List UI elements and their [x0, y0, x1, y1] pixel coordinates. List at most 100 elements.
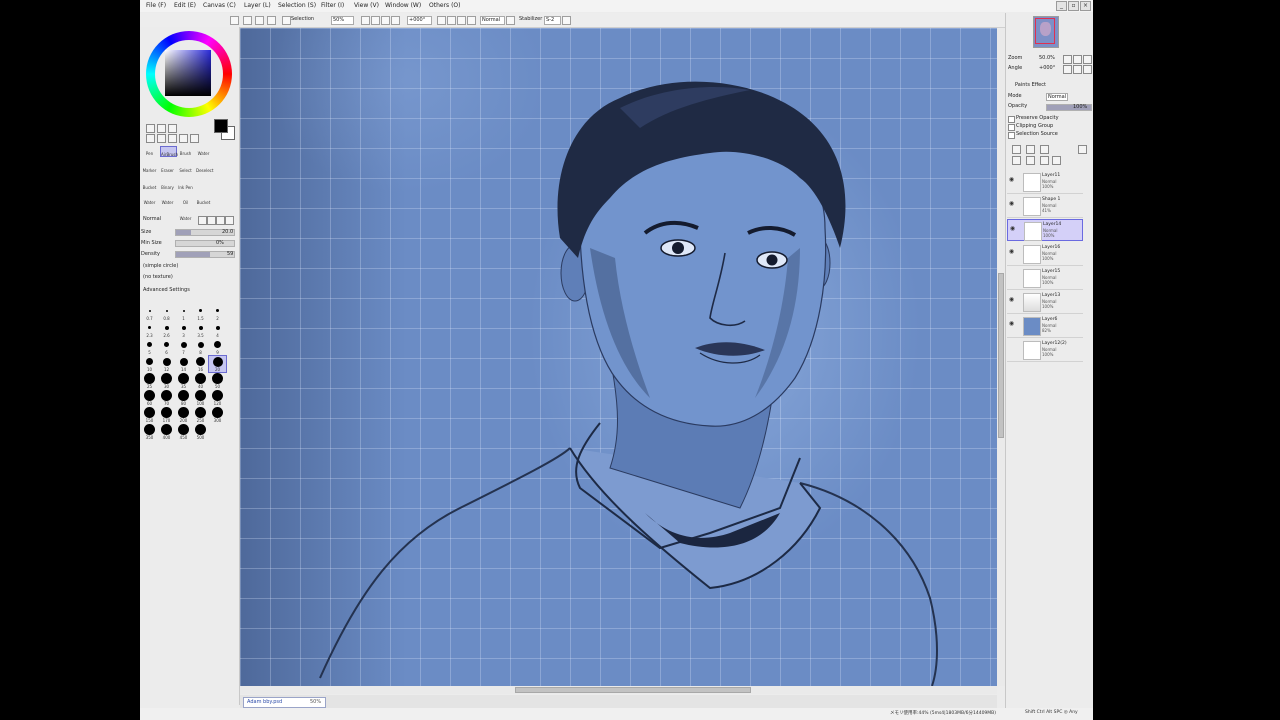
brush-tool-deselect[interactable]: Deselect	[196, 163, 213, 173]
visibility-eye-icon[interactable]: ◉	[1008, 201, 1015, 207]
stabilizer-dropdown-icon[interactable]	[562, 16, 571, 25]
size-preset-300[interactable]: 300	[209, 407, 226, 423]
zoom-tool-icon[interactable]	[157, 134, 166, 143]
layer-row[interactable]: ◉ Layer13 Normal 100%	[1007, 291, 1083, 314]
rotate-tool-icon[interactable]	[168, 134, 177, 143]
size-preset-9[interactable]: 9	[209, 339, 226, 355]
minimize-icon[interactable]: _	[1056, 1, 1067, 11]
brush-tool-eraser[interactable]: Eraser	[160, 163, 175, 173]
size-preset-80[interactable]: 80	[175, 390, 192, 406]
navigator-preview[interactable]	[1033, 16, 1059, 48]
menu-selection[interactable]: Selection (S)	[278, 2, 316, 9]
visibility-eye-icon[interactable]	[1008, 345, 1015, 351]
nav-rotate-left-icon[interactable]	[1063, 65, 1072, 74]
lasso-icon[interactable]	[157, 124, 166, 133]
brush-shape-flat-icon[interactable]	[216, 216, 225, 225]
selection-source-checkbox[interactable]	[1008, 132, 1015, 139]
size-preset-30[interactable]: 30	[158, 373, 175, 389]
brush-tool-water-2[interactable]: Water	[142, 195, 157, 205]
menu-canvas[interactable]: Canvas (C)	[203, 2, 236, 9]
zoom-in-icon[interactable]	[371, 16, 380, 25]
brush-tool-ink-pen[interactable]: Ink Pen	[178, 180, 193, 190]
restore-icon[interactable]: ▫	[1068, 1, 1079, 11]
rotate-right-icon[interactable]	[447, 16, 456, 25]
new-file-icon[interactable]	[230, 16, 239, 25]
size-preset-3-5[interactable]: 3.5	[192, 322, 209, 338]
size-preset-1[interactable]: 1	[175, 305, 192, 321]
size-preset-350[interactable]: 350	[141, 424, 158, 440]
hand-icon[interactable]	[179, 134, 188, 143]
size-preset-6[interactable]: 6	[158, 339, 175, 355]
select-all-icon[interactable]	[243, 16, 252, 25]
size-preset-170[interactable]: 170	[158, 407, 175, 423]
brush-shape-round-icon[interactable]	[198, 216, 207, 225]
size-preset-120[interactable]: 120	[209, 390, 226, 406]
size-preset-12[interactable]: 12	[158, 356, 175, 372]
visibility-eye-icon[interactable]: ◉	[1008, 321, 1015, 327]
menu-filter[interactable]: Filter (I)	[321, 2, 344, 9]
brush-tool-oil-water[interactable]: Oil Water	[178, 195, 193, 221]
foreground-color-swatch[interactable]	[214, 119, 228, 133]
layer-row[interactable]: ◉ Layer16 Normal 100%	[1007, 243, 1083, 266]
brush-shape-soft-icon[interactable]	[207, 216, 216, 225]
layer-row[interactable]: ◉ Layer6 Normal 82%	[1007, 315, 1083, 338]
color-wheel[interactable]	[146, 31, 232, 117]
drawing-canvas[interactable]	[240, 28, 997, 686]
menu-layer[interactable]: Layer (L)	[244, 2, 271, 9]
merge-down-icon[interactable]	[1026, 156, 1035, 165]
size-preset-5[interactable]: 5	[141, 339, 158, 355]
new-layer-icon[interactable]	[1012, 145, 1021, 154]
layer-row[interactable]: ◉ Layer11 Normal 100%	[1007, 171, 1083, 194]
layer-mode-select[interactable]: Normal	[1046, 93, 1069, 101]
size-preset-0-7[interactable]: 0.7	[141, 305, 158, 321]
size-preset-4[interactable]: 4	[209, 322, 226, 338]
size-preset-35[interactable]: 35	[175, 373, 192, 389]
menu-others[interactable]: Others (O)	[429, 2, 460, 9]
menu-file[interactable]: File (F)	[146, 2, 166, 9]
brush-tool-water[interactable]: Water	[196, 146, 211, 156]
visibility-eye-icon[interactable]: ◉	[1008, 297, 1015, 303]
brush-tool-pen[interactable]: Pen	[142, 146, 157, 156]
size-preset-50[interactable]: 50	[209, 373, 226, 389]
zoom-fit-icon[interactable]	[381, 16, 390, 25]
brush-shape-square-icon[interactable]	[225, 216, 234, 225]
select-rect-icon[interactable]	[146, 124, 155, 133]
zoom-field[interactable]: 50%	[331, 16, 354, 25]
size-preset-450[interactable]: 450	[175, 424, 192, 440]
size-preset-1-5[interactable]: 1.5	[192, 305, 209, 321]
transfer-down-icon[interactable]	[1012, 156, 1021, 165]
close-icon[interactable]: ×	[1080, 1, 1091, 11]
new-folder-icon[interactable]	[1040, 145, 1049, 154]
clear-layer-icon[interactable]	[1040, 156, 1049, 165]
size-preset-400[interactable]: 400	[158, 424, 175, 440]
density-slider[interactable]	[175, 251, 235, 258]
visibility-eye-icon[interactable]: ◉	[1008, 249, 1015, 255]
brush-texture-select[interactable]: (no texture)	[143, 274, 173, 280]
min-size-slider[interactable]	[175, 240, 235, 247]
size-preset-2-6[interactable]: 2.6	[158, 322, 175, 338]
preserve-opacity-checkbox[interactable]	[1008, 116, 1015, 123]
magic-wand-icon[interactable]	[168, 124, 177, 133]
brush-tool-water-3[interactable]: Water	[160, 195, 175, 205]
size-preset-250[interactable]: 250	[192, 407, 209, 423]
brush-tool-bucket-2[interactable]: Bucket	[196, 195, 211, 205]
selection-checkbox-icon[interactable]	[282, 16, 291, 25]
size-preset-100[interactable]: 100	[192, 390, 209, 406]
zoom-out-icon[interactable]	[361, 16, 370, 25]
new-linework-layer-icon[interactable]	[1026, 145, 1035, 154]
size-preset-500[interactable]: 500	[192, 424, 209, 440]
flip-icon[interactable]	[467, 16, 476, 25]
brush-tool-select[interactable]: Select	[178, 163, 193, 173]
advanced-settings-toggle[interactable]: Advanced Settings	[143, 287, 190, 293]
size-preset-2-3[interactable]: 2.3	[141, 322, 158, 338]
canvas-vertical-scrollbar[interactable]	[997, 28, 1005, 686]
nav-zoom-in-icon[interactable]	[1073, 55, 1082, 64]
size-preset-0-8[interactable]: 0.8	[158, 305, 175, 321]
layer-panel-menu-icon[interactable]	[1078, 145, 1087, 154]
nav-zoom-out-icon[interactable]	[1063, 55, 1072, 64]
zoom-reset-icon[interactable]	[391, 16, 400, 25]
brush-shape-select[interactable]: (simple circle)	[143, 263, 178, 269]
menu-window[interactable]: Window (W)	[385, 2, 421, 9]
size-preset-20[interactable]: 20	[208, 355, 227, 373]
size-preset-150[interactable]: 150	[141, 407, 158, 423]
